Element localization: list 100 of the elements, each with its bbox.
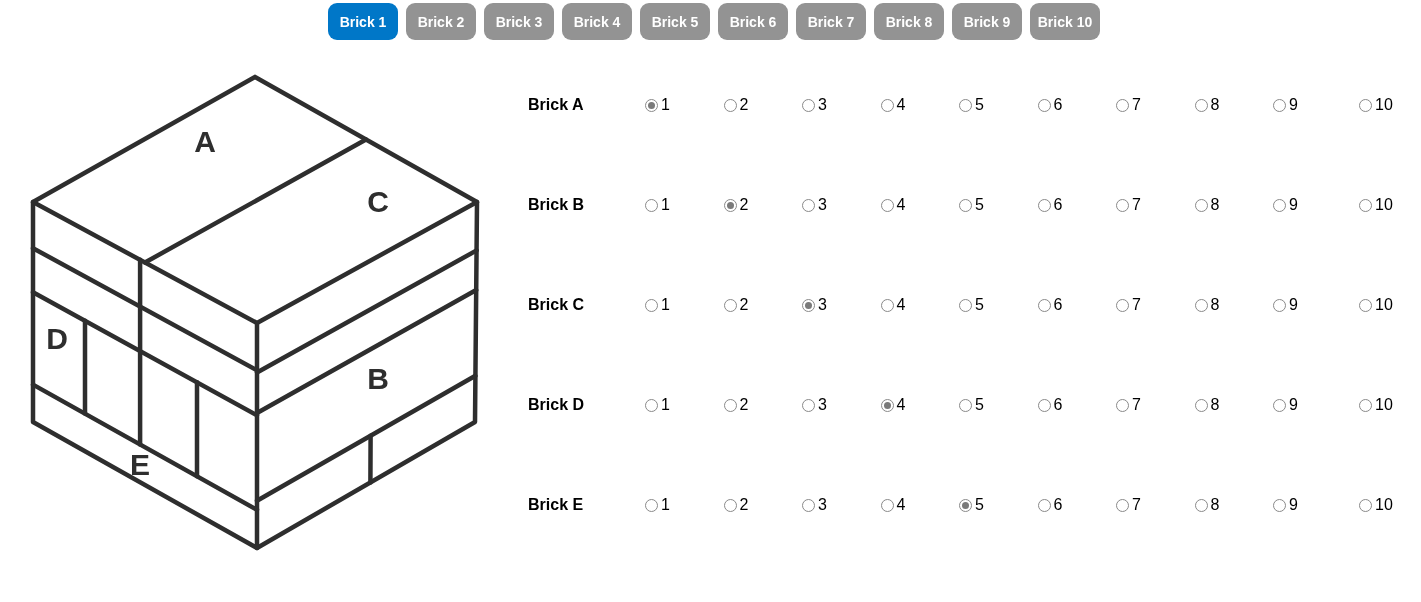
radio-button[interactable] [1116,98,1129,112]
radio-button[interactable] [880,98,894,112]
radio-label[interactable]: 3 [818,296,827,314]
radio-label[interactable]: 3 [818,96,827,114]
radio-label[interactable]: 5 [975,96,984,114]
radio-button[interactable] [645,98,658,112]
radio-button[interactable] [1359,198,1372,212]
radio-button[interactable] [959,198,972,212]
radio-label[interactable]: 4 [896,196,906,214]
radio-button[interactable] [723,198,737,212]
radio-label[interactable]: 3 [818,196,827,214]
radio-label[interactable]: 4 [896,96,906,114]
radio-label[interactable]: 7 [1132,296,1141,314]
radio-button[interactable] [880,198,894,212]
radio-button[interactable] [1273,298,1286,312]
radio-button[interactable] [959,298,972,312]
radio-button[interactable] [802,98,815,112]
radio-button[interactable] [1116,198,1129,212]
radio-button[interactable] [1194,198,1208,212]
radio-label[interactable]: 7 [1132,96,1141,114]
radio-button[interactable] [802,398,815,412]
radio-button[interactable] [802,198,815,212]
radio-label[interactable]: 9 [1289,96,1298,114]
radio-label[interactable]: 2 [739,496,749,514]
radio-label[interactable]: 1 [661,496,670,514]
radio-button[interactable] [1273,398,1286,412]
radio-label[interactable]: 9 [1289,496,1298,514]
radio-label[interactable]: 5 [975,396,984,414]
radio-label[interactable]: 9 [1289,296,1298,314]
radio-label[interactable]: 8 [1210,196,1220,214]
radio-button[interactable] [645,498,658,512]
radio-button[interactable] [880,498,894,512]
radio-button[interactable] [1116,298,1129,312]
radio-label[interactable]: 2 [739,296,749,314]
radio-label[interactable]: 6 [1053,96,1063,114]
radio-button[interactable] [723,298,737,312]
radio-button[interactable] [959,398,972,412]
radio-label[interactable]: 6 [1053,396,1063,414]
radio-button[interactable] [1037,98,1051,112]
radio-button[interactable] [1359,398,1372,412]
tab[interactable]: Brick 1 [328,3,398,40]
radio-label[interactable]: 4 [896,496,906,514]
radio-label[interactable]: 5 [975,496,984,514]
radio-label[interactable]: 3 [818,496,827,514]
radio-button[interactable] [1273,498,1286,512]
radio-label[interactable]: 1 [661,96,670,114]
radio-label[interactable]: 7 [1132,496,1141,514]
radio-label[interactable]: 10 [1375,496,1393,514]
radio-button[interactable] [802,298,815,312]
radio-label[interactable]: 8 [1210,296,1220,314]
radio-label[interactable]: 1 [661,396,670,414]
radio-label[interactable]: 8 [1210,496,1220,514]
radio-label[interactable]: 6 [1053,496,1063,514]
radio-label[interactable]: 8 [1210,396,1220,414]
radio-button[interactable] [1116,498,1129,512]
radio-button[interactable] [1037,498,1051,512]
radio-label[interactable]: 7 [1132,196,1141,214]
radio-button[interactable] [645,198,658,212]
radio-button[interactable] [1037,398,1051,412]
radio-label[interactable]: 2 [739,96,749,114]
radio-button[interactable] [1273,198,1286,212]
radio-button[interactable] [880,398,894,412]
radio-label[interactable]: 1 [661,196,670,214]
radio-button[interactable] [723,398,737,412]
radio-label[interactable]: 10 [1375,96,1393,114]
radio-button[interactable] [1359,498,1372,512]
radio-label[interactable]: 9 [1289,196,1298,214]
radio-button[interactable] [802,498,815,512]
radio-button[interactable] [1116,398,1129,412]
radio-label[interactable]: 9 [1289,396,1298,414]
radio-label[interactable]: 10 [1375,296,1393,314]
radio-button[interactable] [959,498,972,512]
radio-label[interactable]: 5 [975,196,984,214]
radio-button[interactable] [1194,298,1208,312]
radio-label[interactable]: 8 [1210,96,1220,114]
radio-button[interactable] [959,98,972,112]
radio-button[interactable] [1194,98,1208,112]
radio-button[interactable] [880,298,894,312]
radio-label[interactable]: 2 [739,196,749,214]
radio-label[interactable]: 10 [1375,396,1393,414]
radio-button[interactable] [723,498,737,512]
radio-label[interactable]: 4 [896,396,906,414]
radio-label[interactable]: 1 [661,296,670,314]
radio-label[interactable]: 10 [1375,196,1393,214]
radio-button[interactable] [1273,98,1286,112]
radio-button[interactable] [723,98,737,112]
radio-button[interactable] [1359,98,1372,112]
radio-label[interactable]: 6 [1053,196,1063,214]
radio-button[interactable] [1037,298,1051,312]
radio-button[interactable] [645,398,658,412]
radio-label[interactable]: 2 [739,396,749,414]
radio-label[interactable]: 6 [1053,296,1063,314]
radio-button[interactable] [645,298,658,312]
radio-button[interactable] [1359,298,1372,312]
radio-label[interactable]: 3 [818,396,827,414]
radio-button[interactable] [1194,398,1208,412]
radio-label[interactable]: 7 [1132,396,1141,414]
radio-label[interactable]: 5 [975,296,984,314]
radio-button[interactable] [1037,198,1051,212]
radio-label[interactable]: 4 [896,296,906,314]
